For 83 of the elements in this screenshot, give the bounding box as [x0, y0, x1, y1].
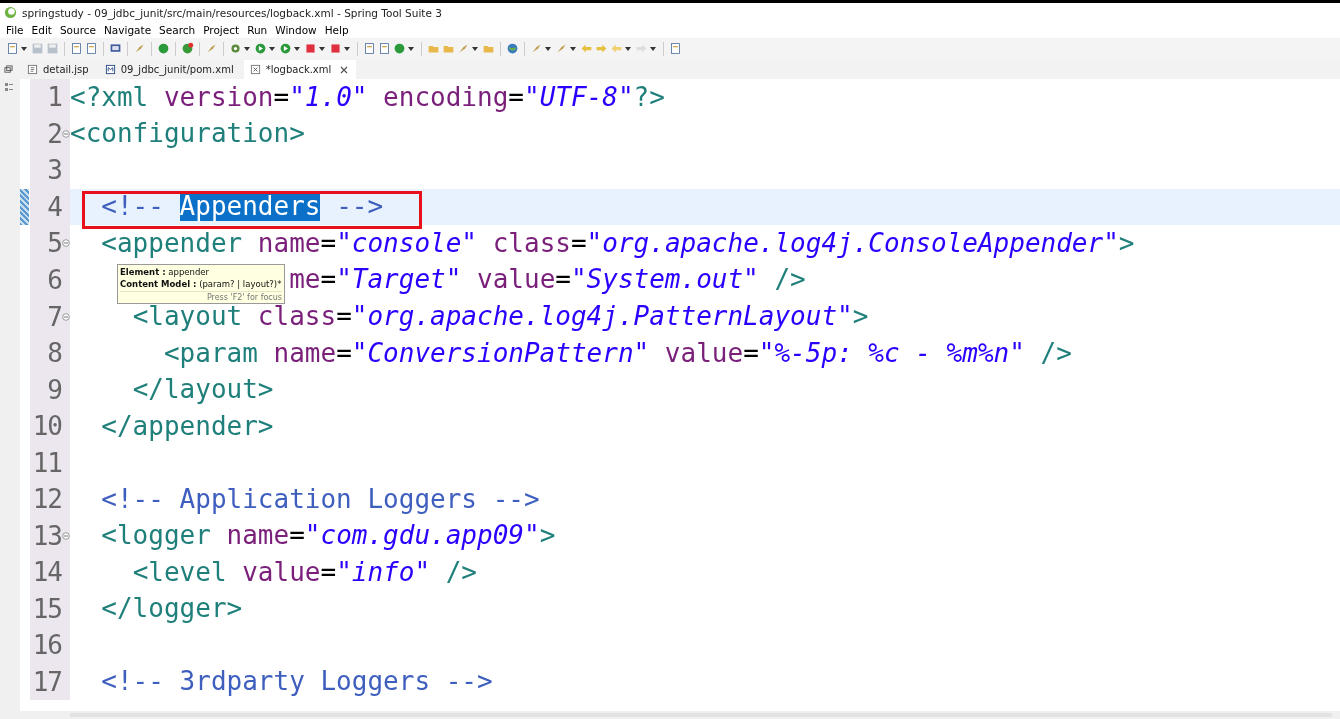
document-icon[interactable] [70, 42, 83, 55]
line-number: 12 [32, 484, 62, 515]
app-logo-icon [4, 6, 17, 19]
play-icon[interactable] [254, 42, 267, 55]
code-line: <!-- Appenders --> [101, 191, 384, 223]
menu-item[interactable]: Navigate [100, 24, 156, 36]
caret-icon[interactable] [344, 46, 350, 51]
caret-icon[interactable] [269, 46, 275, 51]
caret-icon[interactable] [625, 46, 631, 51]
document-icon[interactable] [363, 42, 376, 55]
editor-tab[interactable]: *logback.xml [243, 60, 357, 79]
code-line: <layout class="org.apache.log4j.PatternLayout"> [132, 300, 869, 333]
file-icon [104, 64, 116, 75]
menu-item[interactable]: Search [155, 24, 200, 36]
code-line: me="Target" value="System.out" /> [289, 264, 806, 296]
caret-icon[interactable] [21, 46, 27, 51]
document-icon[interactable] [6, 42, 19, 55]
line-number: 1 [47, 82, 62, 113]
line-number: 2 [47, 118, 62, 149]
document-icon[interactable] [85, 42, 98, 55]
menu-item[interactable]: Source [55, 24, 100, 36]
window-title: springstudy - 09_jdbc_junit/src/main/resources/logback.xml - Spring Tool Suite 3 [22, 6, 442, 19]
badge-circle-icon[interactable] [181, 42, 194, 55]
line-number: 17 [32, 667, 62, 697]
menu-item[interactable]: Help [320, 24, 353, 36]
code-line: <appender name="console" class="org.apache.log4j.ConsoleAppender"> [101, 227, 1135, 260]
line-number: 9 [47, 374, 62, 405]
code-line: <param name="ConversionPattern" value="%-5p: %c - %m%n" /> [163, 337, 1072, 369]
caret-icon[interactable] [472, 46, 478, 51]
caret-icon[interactable] [408, 46, 414, 51]
document-icon[interactable] [378, 42, 391, 55]
caret-icon[interactable] [244, 46, 250, 51]
code-line: <configuration> [70, 118, 305, 150]
line-number: 14 [32, 557, 62, 588]
menu-item[interactable]: Run [243, 24, 272, 36]
restore-icon[interactable] [4, 65, 13, 74]
code-line: <logger name="com.gdu.app09"> [101, 520, 556, 552]
line-number: 15 [32, 593, 62, 624]
line-number: 16 [32, 630, 62, 661]
globe-icon[interactable] [506, 42, 519, 55]
line-number: 7 [47, 301, 62, 332]
tooltip-text: Element : appender [120, 266, 211, 278]
editor-tab[interactable]: detail.jsp [21, 60, 97, 79]
line-number: 5 [47, 228, 62, 259]
line-number: 6 [47, 265, 62, 295]
caret-icon[interactable] [319, 46, 325, 51]
monitor-icon[interactable] [109, 42, 122, 55]
line-number: 8 [47, 338, 62, 369]
fold-icon[interactable] [62, 239, 70, 248]
caret-icon[interactable] [650, 46, 656, 51]
line-number: 4 [47, 191, 62, 222]
menu-item[interactable]: File [2, 24, 28, 36]
file-icon [27, 64, 38, 75]
code-line: <!-- Application Loggers --> [101, 483, 540, 515]
tooltip-text: Content Model : (param? | layout?)* [120, 278, 282, 290]
code-line: <?xml version="1.0" encoding="UTF-8"?> [70, 81, 665, 113]
code-line: <!-- 3rdparty Loggers --> [101, 666, 493, 698]
line-number: 10 [32, 411, 62, 442]
line-number: 3 [47, 155, 62, 186]
document-icon[interactable] [669, 42, 682, 55]
menu-item[interactable]: Edit [27, 24, 56, 36]
file-icon [249, 64, 261, 75]
code-line: <level value="info" /> [132, 556, 477, 588]
tooltip-hint: Press 'F2' for focus [120, 291, 282, 303]
caret-icon[interactable] [570, 46, 576, 51]
circle-icon[interactable] [157, 42, 170, 55]
stop-icon[interactable] [329, 42, 342, 55]
menu-item[interactable]: Project [199, 24, 244, 36]
code-line: </appender> [101, 410, 274, 442]
line-number: 13 [32, 520, 62, 551]
menu-item[interactable]: Window [271, 24, 321, 36]
line-number: 11 [32, 447, 62, 478]
fold-icon[interactable] [62, 531, 70, 540]
fold-icon[interactable] [62, 312, 70, 321]
close-icon[interactable] [340, 65, 349, 74]
caret-icon[interactable] [294, 46, 300, 51]
play-icon[interactable] [279, 42, 292, 55]
stop-icon[interactable] [304, 42, 317, 55]
fold-icon[interactable] [62, 129, 70, 138]
code-line: </layout> [132, 374, 274, 406]
caret-icon[interactable] [545, 46, 551, 51]
editor-tab[interactable]: 09_jdbc_junit/pom.xml [98, 60, 242, 79]
code-line: </logger> [101, 593, 243, 625]
